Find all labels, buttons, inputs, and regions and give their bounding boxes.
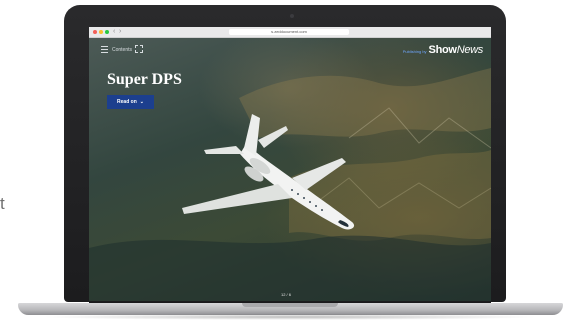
brand-prefix: Publishing by bbox=[402, 49, 427, 54]
partial-background-text: t bbox=[0, 194, 5, 213]
expand-icon[interactable] bbox=[135, 45, 143, 53]
contents-label: Contents bbox=[112, 46, 133, 53]
hamburger-menu-icon bbox=[101, 46, 108, 53]
address-bar-url: s.zeddocument.com bbox=[271, 29, 307, 34]
minimize-window-button[interactable] bbox=[99, 30, 103, 34]
read-on-button[interactable]: Read on ⌄ bbox=[107, 95, 154, 109]
web-page: Contents Publishing by Show News Super D… bbox=[89, 38, 491, 301]
page-indicator: 12 / 6 bbox=[281, 292, 292, 297]
chevron-down-icon: ⌄ bbox=[139, 99, 144, 105]
laptop-shadow bbox=[40, 314, 540, 320]
contents-menu-button[interactable]: Contents bbox=[101, 46, 132, 53]
laptop-opening-notch bbox=[242, 303, 338, 307]
laptop-screen: ‹ › s.zeddocument.com Contents Publishin… bbox=[89, 27, 491, 301]
business-jet-image bbox=[182, 114, 355, 230]
brand-news: News bbox=[456, 44, 484, 56]
page-title: Super DPS bbox=[107, 71, 182, 88]
browser-toolbar: ‹ › s.zeddocument.com bbox=[89, 27, 491, 38]
webcam bbox=[290, 14, 294, 18]
address-bar[interactable]: s.zeddocument.com bbox=[229, 29, 349, 35]
forward-icon[interactable]: › bbox=[119, 27, 121, 37]
maximize-window-button[interactable] bbox=[105, 30, 109, 34]
back-icon[interactable]: ‹ bbox=[113, 27, 115, 37]
brand-show: Show bbox=[428, 44, 457, 56]
close-window-button[interactable] bbox=[93, 30, 97, 34]
read-on-label: Read on bbox=[117, 99, 137, 105]
shownews-logo[interactable]: Publishing by Show News bbox=[402, 44, 484, 56]
